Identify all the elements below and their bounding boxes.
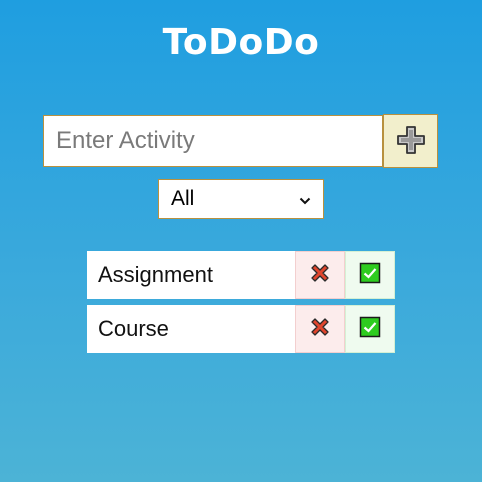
cross-icon (309, 262, 331, 289)
checkmark-icon (359, 316, 381, 343)
add-button[interactable] (383, 114, 438, 168)
todo-list: Assignment Course (87, 251, 395, 359)
chevron-down-icon (299, 187, 311, 211)
add-todo-form (43, 114, 438, 168)
todo-text: Course (87, 305, 295, 353)
filter-selected-value: All (171, 187, 195, 210)
todo-text: Assignment (87, 251, 295, 299)
checkmark-icon (359, 262, 381, 289)
complete-button[interactable] (345, 305, 395, 353)
complete-button[interactable] (345, 251, 395, 299)
app-title: ToDoDo (162, 22, 320, 63)
delete-button[interactable] (295, 305, 345, 353)
todo-item: Course (87, 305, 395, 353)
activity-input[interactable] (43, 115, 383, 167)
todo-item: Assignment (87, 251, 395, 299)
delete-button[interactable] (295, 251, 345, 299)
plus-icon (396, 125, 426, 158)
filter-select[interactable]: All (158, 179, 324, 219)
cross-icon (309, 316, 331, 343)
